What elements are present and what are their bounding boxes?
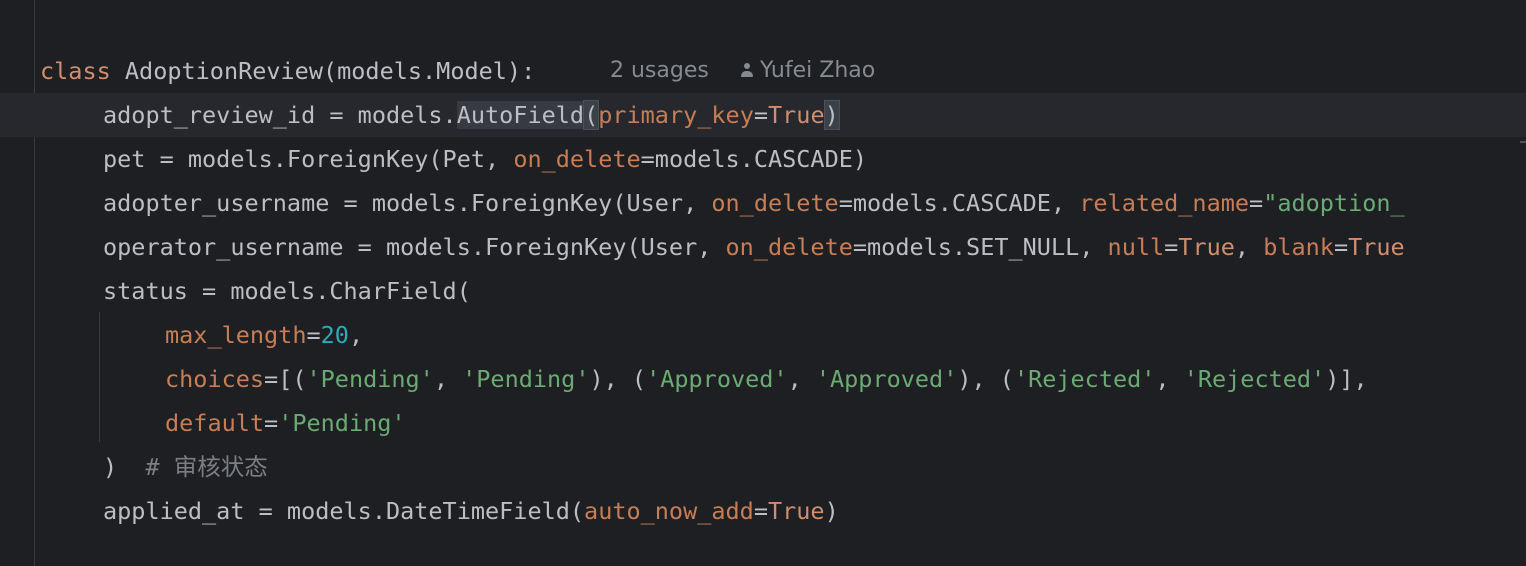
code-line-class[interactable]: class AdoptionReview(models.Model): 2 us… bbox=[0, 49, 1526, 93]
string-token: 'Rejected' bbox=[1013, 365, 1156, 393]
code-line-status[interactable]: status = models.CharField( bbox=[0, 269, 1526, 313]
code-token: , bbox=[433, 365, 463, 393]
number-token: 20 bbox=[320, 321, 349, 349]
code-token: =[( bbox=[264, 365, 307, 393]
code-line-choices[interactable]: choices=[('Pending', 'Pending'), ('Appro… bbox=[0, 357, 1526, 401]
usages-hint[interactable]: 2 usages bbox=[610, 49, 709, 93]
code-text: applied_at = models.DateTimeField(auto_n… bbox=[103, 489, 839, 533]
string-token: "adoption_ bbox=[1263, 189, 1405, 217]
paren-close: ): bbox=[506, 57, 536, 85]
param-name: on_delete bbox=[725, 233, 853, 261]
code-token: =models.CASCADE, bbox=[838, 189, 1080, 217]
keyword-token: True bbox=[767, 497, 825, 525]
code-token: = bbox=[753, 101, 769, 129]
code-token: pet = models.ForeignKey(Pet, bbox=[103, 145, 514, 173]
class-name: AdoptionReview bbox=[124, 57, 323, 85]
code-token: , bbox=[1234, 233, 1264, 261]
code-token: , bbox=[348, 321, 364, 349]
code-token: ) bbox=[824, 497, 839, 525]
code-token: , bbox=[1155, 365, 1184, 393]
code-token: = bbox=[306, 321, 321, 349]
author-hint[interactable]: Yufei Zhao bbox=[740, 49, 875, 93]
keyword-token: True bbox=[768, 101, 825, 129]
code-token: =models.SET_NULL, bbox=[852, 233, 1108, 261]
string-token: 'Pending' bbox=[278, 409, 406, 437]
string-token: 'Approved' bbox=[646, 365, 788, 393]
class-keyword: class bbox=[40, 57, 111, 85]
code-text: max_length=20, bbox=[165, 313, 363, 357]
code-text: pet = models.ForeignKey(Pet, on_delete=m… bbox=[103, 137, 867, 181]
code-token: = bbox=[753, 497, 768, 525]
code-line-pet[interactable]: pet = models.ForeignKey(Pet, on_delete=m… bbox=[0, 137, 1526, 181]
param-name: choices bbox=[165, 365, 265, 393]
person-icon bbox=[740, 62, 754, 78]
code-token: ) bbox=[103, 453, 118, 481]
code-token: ), ( bbox=[589, 365, 647, 393]
code-token: )], bbox=[1325, 365, 1368, 393]
matched-paren-open: ( bbox=[583, 100, 600, 130]
code-token: =models.CASCADE) bbox=[640, 145, 868, 173]
string-token: 'Rejected' bbox=[1183, 365, 1326, 393]
param-name: max_length bbox=[165, 321, 307, 349]
code-line-adopter-username[interactable]: adopter_username = models.ForeignKey(Use… bbox=[0, 181, 1526, 225]
code-token: = bbox=[1249, 189, 1264, 217]
code-token: , bbox=[787, 365, 816, 393]
matched-paren-close: ) bbox=[823, 100, 840, 130]
code-token: = bbox=[264, 409, 279, 437]
code-text: default='Pending' bbox=[165, 401, 406, 445]
base-class: models.Model bbox=[337, 57, 507, 85]
author-name: Yufei Zhao bbox=[760, 58, 876, 83]
code-token: operator_username = models.ForeignKey(Us… bbox=[103, 233, 726, 261]
param-name: blank bbox=[1263, 233, 1334, 261]
code-token: = bbox=[1164, 233, 1179, 261]
code-token-highlighted: AutoField bbox=[456, 101, 585, 129]
string-token: 'Pending' bbox=[306, 365, 434, 393]
param-name: on_delete bbox=[513, 145, 641, 173]
code-editor[interactable]: class AdoptionReview(models.Model): 2 us… bbox=[0, 0, 1526, 566]
code-line-default[interactable]: default='Pending' bbox=[0, 401, 1526, 445]
class-declaration: class AdoptionReview(models.Model): bbox=[40, 49, 535, 93]
string-token: 'Pending' bbox=[462, 365, 590, 393]
code-token: = bbox=[1333, 233, 1349, 261]
code-text: choices=[('Pending', 'Pending'), ('Appro… bbox=[165, 357, 1368, 401]
param-name: primary_key bbox=[598, 101, 754, 129]
code-line-max-length[interactable]: max_length=20, bbox=[0, 313, 1526, 357]
code-token: adopter_username = models.ForeignKey(Use… bbox=[103, 189, 712, 217]
keyword-token: True bbox=[1348, 233, 1405, 261]
code-line-close-comment[interactable]: ) # 审核状态 bbox=[0, 445, 1526, 489]
code-token: status = models.CharField( bbox=[103, 277, 471, 305]
param-name: on_delete bbox=[711, 189, 839, 217]
code-token: adopt_review_id = models. bbox=[103, 101, 457, 129]
paren-open: ( bbox=[322, 57, 338, 85]
code-text: adopter_username = models.ForeignKey(Use… bbox=[103, 181, 1405, 225]
param-name: related_name bbox=[1079, 189, 1250, 217]
code-token: ), ( bbox=[957, 365, 1014, 393]
code-line-adopt-review-id[interactable]: adopt_review_id = models.AutoField(prima… bbox=[0, 93, 1526, 137]
param-name: default bbox=[165, 409, 265, 437]
code-text: status = models.CharField( bbox=[103, 269, 471, 313]
code-text: ) # 审核状态 bbox=[103, 445, 268, 489]
param-name: null bbox=[1107, 233, 1165, 261]
comment-token: # 审核状态 bbox=[117, 453, 268, 481]
param-name: auto_now_add bbox=[584, 497, 754, 525]
keyword-token: True bbox=[1178, 233, 1235, 261]
code-line-applied-at[interactable]: applied_at = models.DateTimeField(auto_n… bbox=[0, 489, 1526, 533]
code-text: operator_username = models.ForeignKey(Us… bbox=[103, 225, 1405, 269]
code-text: adopt_review_id = models.AutoField(prima… bbox=[103, 93, 840, 137]
code-line-operator-username[interactable]: operator_username = models.ForeignKey(Us… bbox=[0, 225, 1526, 269]
code-token: applied_at = models.DateTimeField( bbox=[103, 497, 585, 525]
string-token: 'Approved' bbox=[815, 365, 958, 393]
